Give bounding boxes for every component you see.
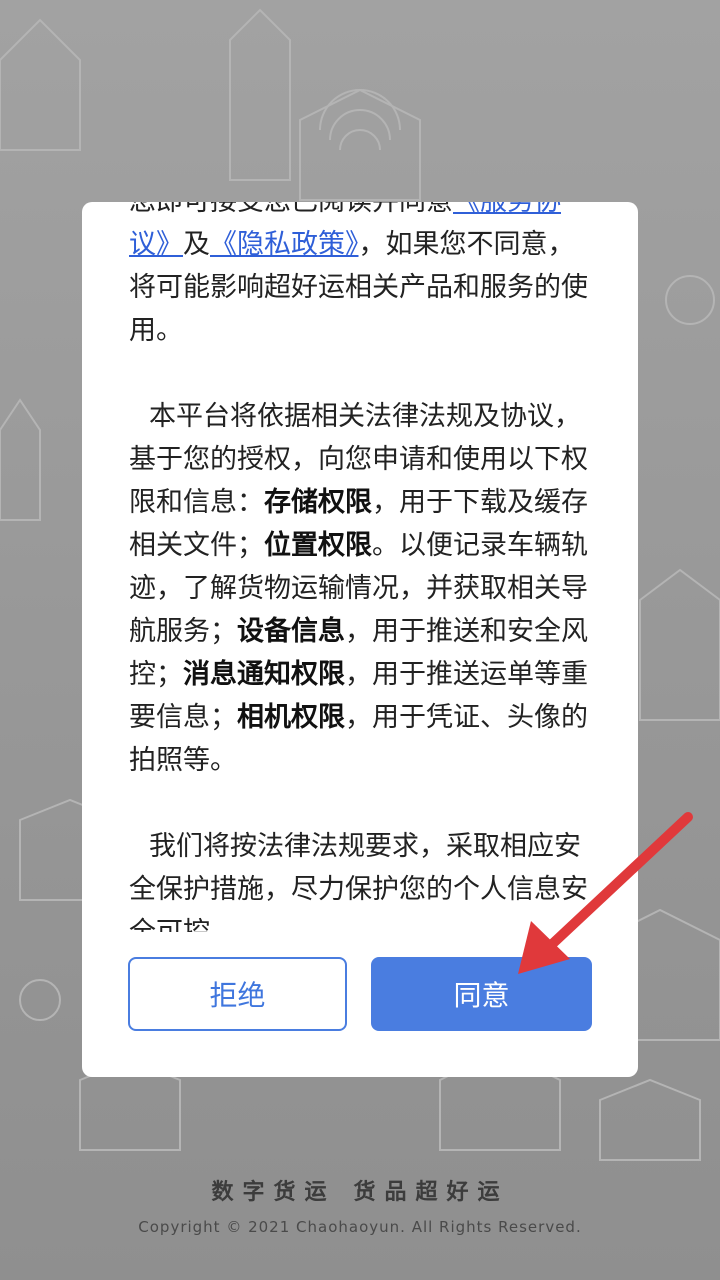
privacy-policy-link[interactable]: 《隐私政策》 <box>210 229 359 260</box>
agree-button[interactable]: 同意 <box>371 957 592 1031</box>
slogan-left: 数字货运 <box>211 1180 336 1205</box>
copyright-text: Copyright © 2021 Chaohaoyun. All Rights … <box>138 1218 582 1236</box>
and-text: 及 <box>183 229 210 260</box>
device-info-label: 设备信息 <box>237 616 345 647</box>
dialog-scroll-content[interactable]: 您即可接受您已阅读并同意《服务协议》及《隐私政策》，如果您不同意，将可能影响超好… <box>129 202 597 932</box>
notification-permission-label: 消息通知权限 <box>183 659 345 690</box>
reject-button[interactable]: 拒绝 <box>128 957 347 1031</box>
permissions-paragraph: 本平台将依据相关法律法规及协议，基于您的授权，向您申请和使用以下权限和信息：存储… <box>129 395 597 782</box>
slogan-right: 货品超好运 <box>353 1180 509 1205</box>
privacy-consent-dialog: 您即可接受您已阅读并同意《服务协议》及《隐私政策》，如果您不同意，将可能影响超好… <box>82 202 638 1077</box>
consent-paragraph-1: 您即可接受您已阅读并同意《服务协议》及《隐私政策》，如果您不同意，将可能影响超好… <box>129 202 597 352</box>
location-permission-label: 位置权限 <box>264 530 372 561</box>
security-paragraph: 我们将按法律法规要求，采取相应安全保护措施，尽力保护您的个人信息安全可控。 <box>129 831 588 932</box>
storage-permission-label: 存储权限 <box>264 487 372 518</box>
camera-permission-label: 相机权限 <box>237 702 345 733</box>
consent-text-prefix: 您即可接受您已阅读并同意 <box>129 202 453 217</box>
slogan: 数字货运 货品超好运 <box>0 1174 720 1206</box>
